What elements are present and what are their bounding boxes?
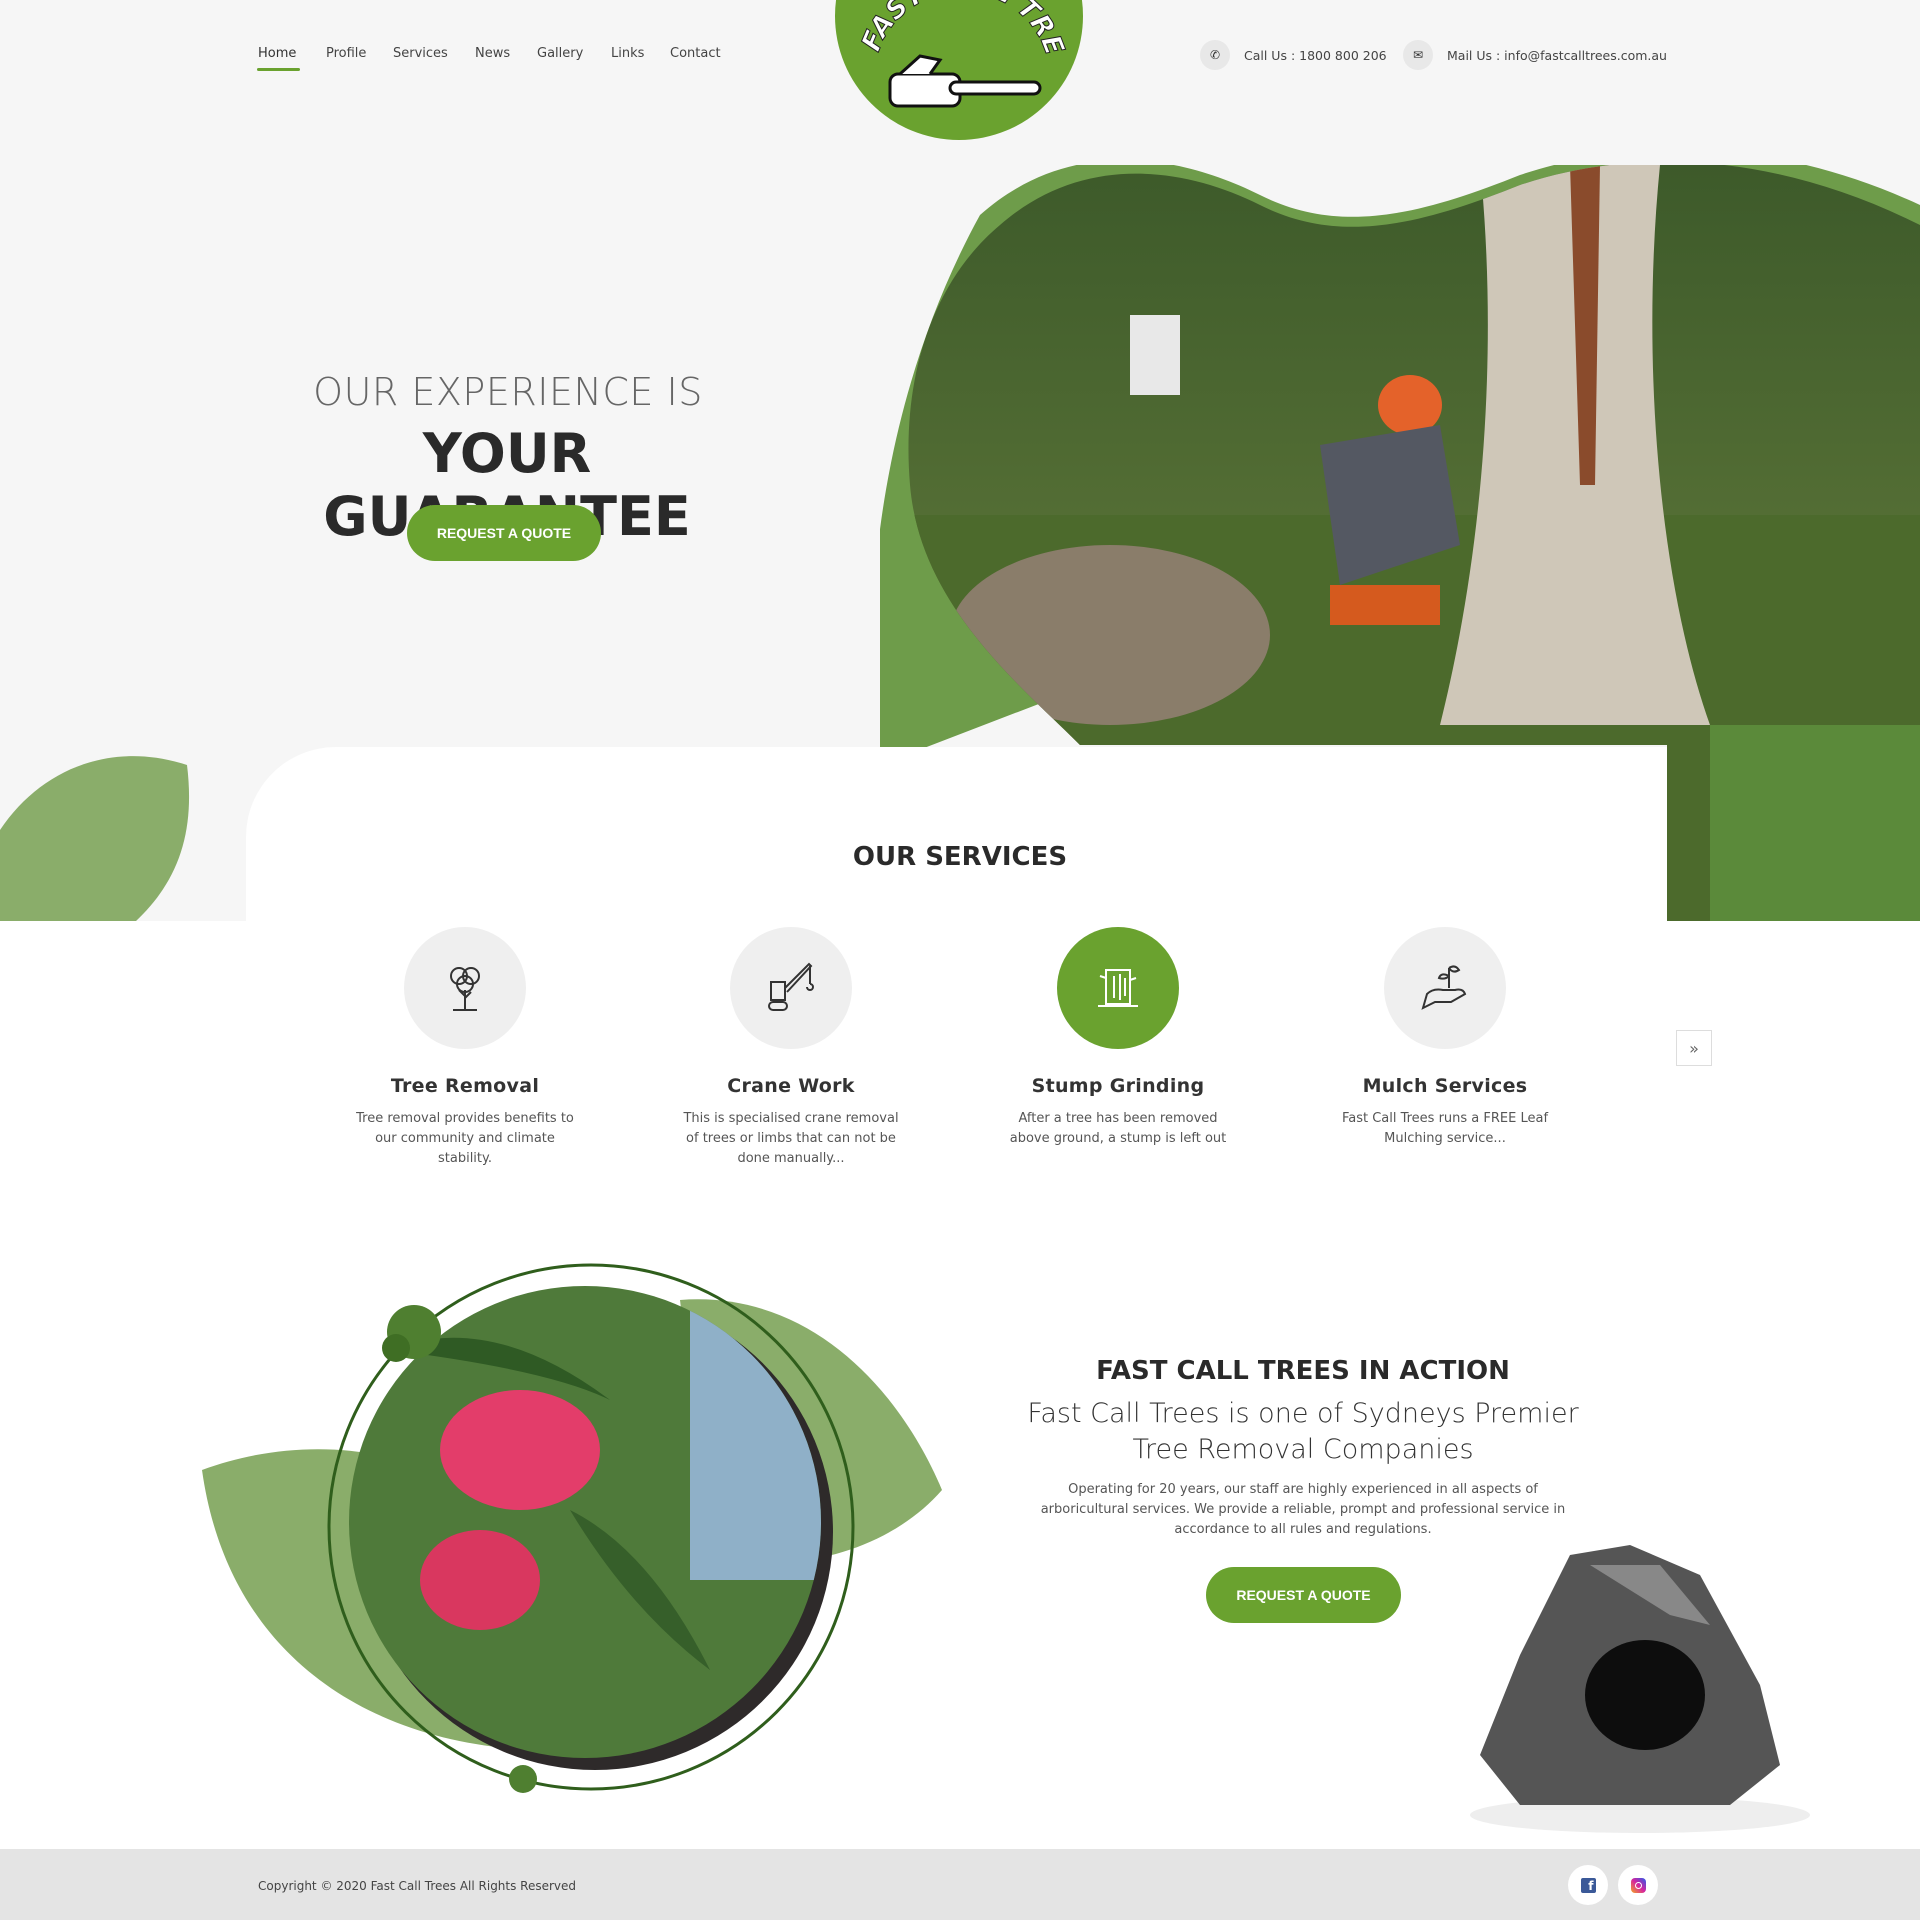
hero-line1: OUR EXPERIENCE IS (313, 370, 703, 414)
services-title: OUR SERVICES (852, 842, 1068, 872)
contact-email[interactable]: ✉ Mail Us : info@fastcalltrees.com.au (1403, 40, 1667, 70)
service-stump-grinding[interactable]: Stump Grinding After a tree has been rem… (988, 927, 1248, 1149)
service-desc: Tree removal provides benefits to our co… (356, 1111, 574, 1166)
action-title: FAST CALL TREES IN ACTION (1096, 1356, 1510, 1386)
service-title: Mulch Services (1362, 1075, 1528, 1097)
hero-request-quote-button[interactable]: REQUEST A QUOTE (407, 505, 601, 561)
service-desc: After a tree has been removed above grou… (1009, 1111, 1227, 1146)
service-mulch[interactable]: Mulch Services Fast Call Trees runs a FR… (1315, 927, 1575, 1149)
service-title: Stump Grinding (1031, 1075, 1205, 1097)
action-request-quote-button[interactable]: REQUEST A QUOTE (1206, 1567, 1401, 1623)
mail-icon: ✉ (1403, 40, 1433, 70)
action-image (202, 1263, 942, 1793)
service-title: Crane Work (727, 1075, 855, 1097)
nav-services[interactable]: Services (393, 46, 448, 61)
nav-gallery[interactable]: Gallery (537, 46, 583, 61)
chainsaw-icon: FAST CALL TREES (825, 0, 1071, 108)
instagram-icon[interactable] (1618, 1865, 1658, 1905)
nav-news[interactable]: News (475, 46, 510, 61)
nav-profile[interactable]: Profile (326, 46, 366, 61)
log-image (1470, 1545, 1810, 1833)
service-desc: Fast Call Trees runs a FREE Leaf Mulchin… (1341, 1111, 1549, 1146)
footer: Copyright © 2020 Fast Call Trees All Rig… (0, 1849, 1920, 1920)
action-body: Operating for 20 years, our staff are hi… (1040, 1482, 1566, 1537)
copyright: Copyright © 2020 Fast Call Trees All Rig… (258, 1879, 577, 1893)
facebook-icon[interactable]: f (1568, 1865, 1608, 1905)
logo[interactable]: FAST CALL TREES (825, 0, 1083, 140)
nav-contact[interactable]: Contact (670, 46, 721, 61)
service-title: Tree Removal (390, 1075, 540, 1097)
svg-text:FAST CALL TREES: FAST CALL TREES (835, 0, 1070, 60)
leaf-decoration (0, 756, 190, 922)
phone-icon: ✆ (1200, 40, 1230, 70)
action-subtitle: Fast Call Trees is one of Sydneys Premie… (1027, 1398, 1579, 1465)
email-text: Mail Us : info@fastcalltrees.com.au (1447, 47, 1667, 63)
crane-icon (730, 927, 852, 1049)
tree-icon (404, 927, 526, 1049)
contact-phone[interactable]: ✆ Call Us : 1800 800 206 (1200, 40, 1387, 70)
service-desc: This is specialised crane removal of tre… (683, 1111, 899, 1166)
double-chevron-right-icon[interactable]: » (1676, 1030, 1712, 1066)
phone-text: Call Us : 1800 800 206 (1244, 47, 1387, 63)
stump-icon (1057, 927, 1179, 1049)
nav-links[interactable]: Links (611, 46, 644, 61)
service-tree-removal[interactable]: Tree Removal Tree removal provides benef… (335, 927, 595, 1169)
nav-home[interactable]: Home (256, 46, 301, 71)
service-crane-work[interactable]: Crane Work This is specialised crane rem… (661, 927, 921, 1169)
plant-hand-icon (1384, 927, 1506, 1049)
